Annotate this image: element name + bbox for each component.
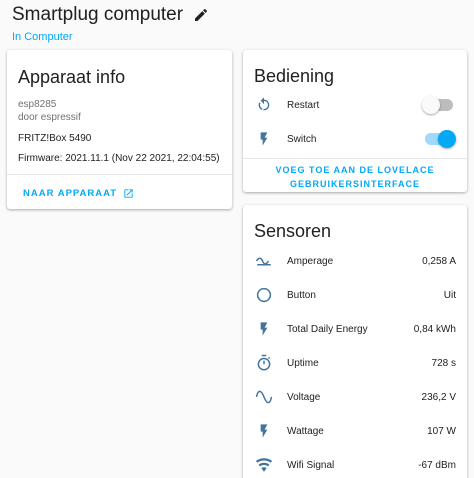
open-device-label: NAAR APPARAAT <box>23 188 118 199</box>
timer-icon <box>255 354 273 372</box>
sensor-value: 236,2 V <box>421 391 456 403</box>
toggle-knob <box>438 130 456 148</box>
device-manufacturer: door espressif <box>18 112 81 123</box>
sensor-value: 0,84 kWh <box>413 323 456 335</box>
device-info-card: Apparaat info esp8285 door espressif FRI… <box>7 50 232 209</box>
sensor-row-amperage[interactable]: Amperage 0,258 A <box>243 249 467 273</box>
device-model: esp8285 <box>18 99 57 110</box>
sensor-label: Wattage <box>287 425 324 437</box>
sensor-label: Voltage <box>287 391 321 403</box>
device-info-title: Apparaat info <box>18 67 126 87</box>
sensor-label: Button <box>287 289 316 301</box>
card-divider <box>243 158 467 159</box>
flash-icon <box>255 320 273 338</box>
edit-pencil-icon[interactable] <box>193 7 209 23</box>
sensor-value: 107 W <box>427 425 456 437</box>
device-firmware: Firmware: 2021.11.1 (Nov 22 2021, 22:04:… <box>18 153 220 164</box>
add-to-lovelace-line1: VOEG TOE AAN DE LOVELACE <box>275 165 435 175</box>
sensor-row-wifi-signal[interactable]: Wifi Signal -67 dBm <box>243 453 467 477</box>
control-label-switch: Switch <box>287 133 317 145</box>
sensor-value: 728 s <box>431 357 456 369</box>
sensor-value: 0,258 A <box>422 255 456 267</box>
page-header: Smartplug computer In Computer <box>12 3 474 43</box>
toggle-knob <box>422 96 440 114</box>
flash-icon <box>255 422 273 440</box>
sensors-card: Sensoren Amperage 0,258 A Button Uit Tot… <box>243 205 467 478</box>
wifi-icon <box>255 456 273 474</box>
sensor-value: Uit <box>443 289 456 301</box>
sensor-row-voltage[interactable]: Voltage 236,2 V <box>243 385 467 409</box>
circle-outline-icon <box>255 286 273 304</box>
sensor-label: Wifi Signal <box>287 459 335 471</box>
add-to-lovelace-button[interactable]: VOEG TOE AAN DE LOVELACE GEBRUIKERSINTER… <box>243 163 467 191</box>
restart-icon <box>255 96 273 114</box>
sensor-label: Uptime <box>287 357 319 369</box>
flash-icon <box>255 130 273 148</box>
restart-toggle[interactable] <box>422 96 453 114</box>
sensor-row-uptime[interactable]: Uptime 728 s <box>243 351 467 375</box>
sensor-label: Amperage <box>287 255 334 267</box>
sensor-label: Total Daily Energy <box>287 323 368 335</box>
area-link[interactable]: In Computer <box>12 31 73 43</box>
current-ac-icon <box>255 252 273 270</box>
page-title: Smartplug computer <box>12 4 184 25</box>
sensor-row-wattage[interactable]: Wattage 107 W <box>243 419 467 443</box>
sensor-row-total-daily-energy[interactable]: Total Daily Energy 0,84 kWh <box>243 317 467 341</box>
open-in-new-icon <box>124 189 133 198</box>
sensor-row-button[interactable]: Button Uit <box>243 283 467 307</box>
sensors-title: Sensoren <box>254 221 332 241</box>
switch-toggle[interactable] <box>425 130 456 148</box>
control-row-restart[interactable]: Restart <box>243 93 467 117</box>
controls-card: Bediening Restart Switch VOEG TOE AAN DE… <box>243 50 467 192</box>
add-to-lovelace-line2: GEBRUIKERSINTERFACE <box>289 179 420 189</box>
sensor-value: -67 dBm <box>418 459 456 471</box>
open-device-button[interactable]: NAAR APPARAAT <box>23 188 134 199</box>
sine-wave-icon <box>255 388 273 406</box>
control-row-switch[interactable]: Switch <box>243 127 467 151</box>
card-divider <box>7 174 232 175</box>
control-label-restart: Restart <box>287 99 320 111</box>
controls-title: Bediening <box>254 66 335 86</box>
device-via: FRITZ!Box 5490 <box>18 133 92 144</box>
